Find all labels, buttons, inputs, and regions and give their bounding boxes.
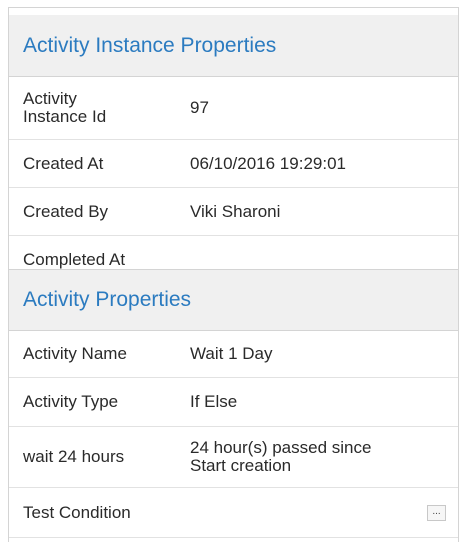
property-value: 24 hour(s) passed since Start creation	[190, 438, 372, 475]
section-title: Activity Instance Properties	[23, 33, 277, 57]
section-title: Activity Properties	[23, 288, 192, 311]
property-label: wait 24 hours	[23, 447, 125, 466]
property-value: Viki Sharoni	[190, 201, 281, 221]
property-row-created-at: Created At 06/10/2016 19:29:01	[9, 140, 458, 188]
property-label: Activity Instance Id	[23, 89, 107, 126]
properties-panel: Activity Instance Properties Activity In…	[8, 7, 459, 542]
property-label: Test Condition	[23, 502, 131, 522]
property-label: Created At	[23, 153, 104, 173]
property-row-test-condition[interactable]: Test Condition ...	[9, 488, 458, 538]
property-label: Activity Type	[23, 392, 119, 411]
property-row-activity-type: Activity Type If Else	[9, 378, 458, 427]
property-label: Activity Name	[23, 344, 127, 363]
property-label: Completed At	[23, 249, 126, 269]
property-row-activity-instance-id: Activity Instance Id 97	[9, 77, 458, 140]
property-value: 06/10/2016 19:29:01	[190, 153, 346, 173]
property-row-wait-24-hours: wait 24 hours 24 hour(s) passed since St…	[9, 427, 458, 488]
activity-properties-header: Activity Properties	[9, 269, 458, 331]
test-condition-browse-button[interactable]: ...	[427, 504, 446, 521]
property-row-created-by: Created By Viki Sharoni	[9, 188, 458, 236]
property-value: If Else	[190, 392, 238, 411]
activity-instance-properties-header: Activity Instance Properties	[9, 15, 458, 77]
property-row-activity-name: Activity Name Wait 1 Day	[9, 331, 458, 378]
property-value: Wait 1 Day	[190, 344, 273, 363]
panel-top-border	[9, 7, 458, 8]
property-label: Created By	[23, 201, 109, 221]
property-value: 97	[190, 98, 209, 117]
